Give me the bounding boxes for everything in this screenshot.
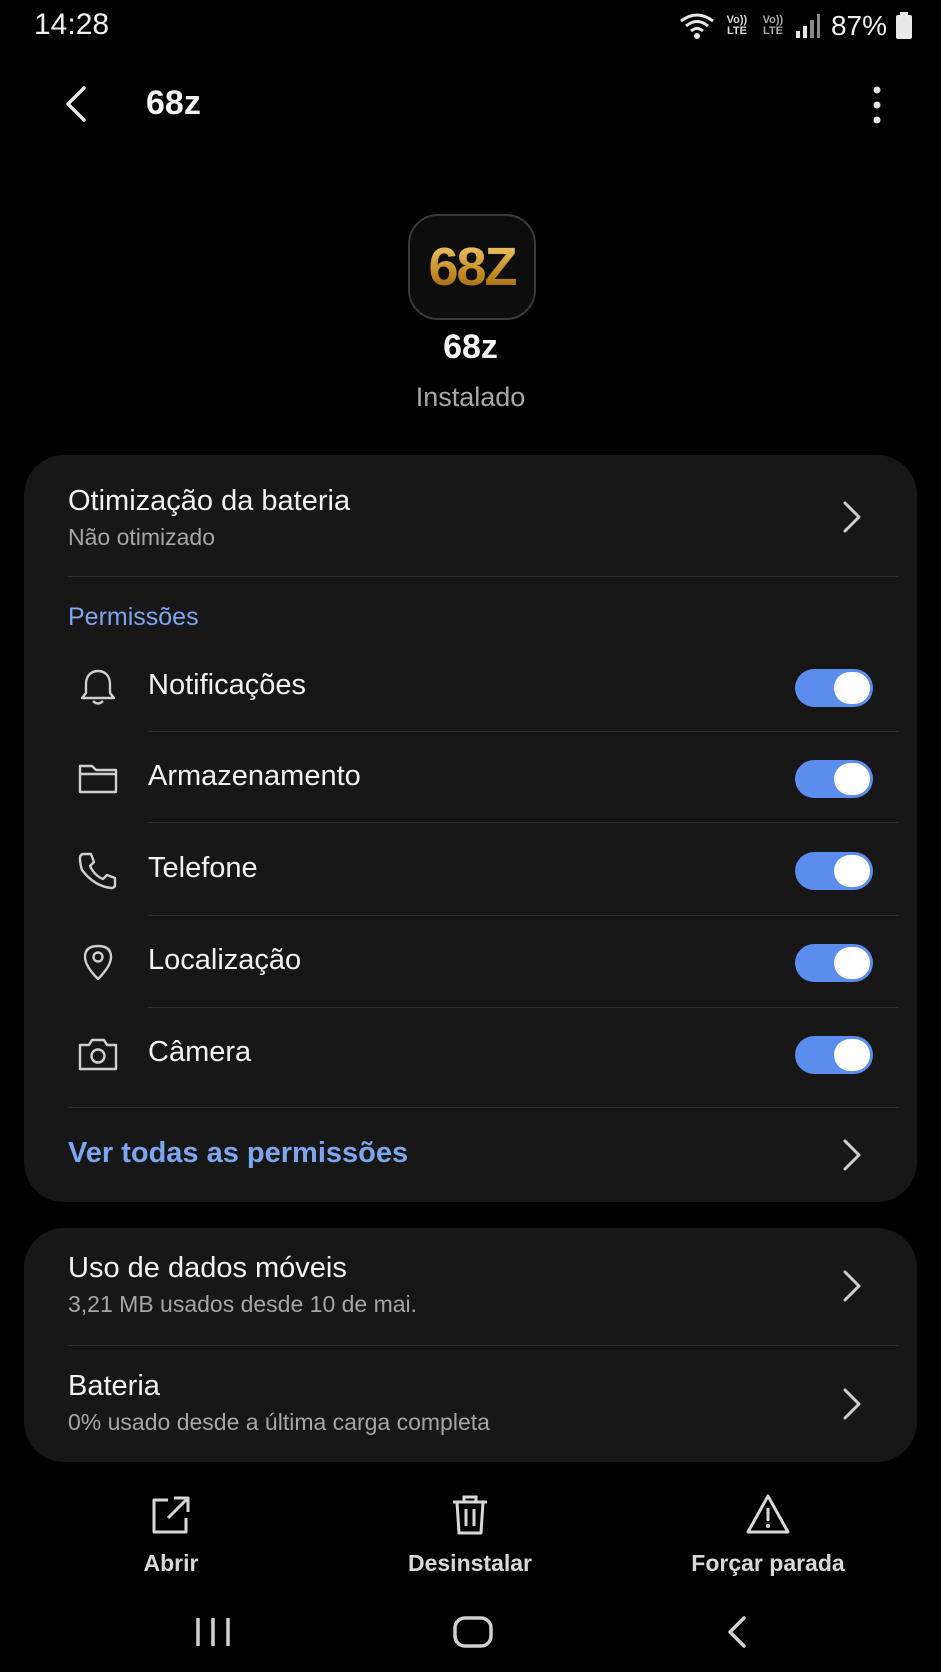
permission-row-phone[interactable]: Telefone	[24, 824, 917, 916]
wifi-icon	[680, 13, 714, 39]
page-title: 68z	[146, 84, 201, 122]
permission-label: Câmera	[148, 1036, 252, 1068]
chevron-right-icon	[843, 1139, 861, 1171]
app-icon-logo: 68Z	[428, 237, 517, 297]
permission-row-camera[interactable]: Câmera	[24, 1008, 917, 1100]
uninstall-label: Desinstalar	[407, 1550, 532, 1576]
open-button[interactable]: Abrir	[61, 1486, 281, 1577]
battery-usage-title: Bateria	[68, 1370, 160, 1402]
battery-optimization-title: Otimização da bateria	[68, 485, 351, 517]
battery-usage-subtitle: 0% usado desde a última carga completa	[68, 1409, 490, 1435]
signal-icon	[795, 14, 820, 38]
location-pin-icon	[83, 944, 113, 981]
recent-apps-icon	[196, 1618, 230, 1646]
folder-icon	[78, 764, 118, 794]
battery-usage-row[interactable]: Bateria 0% usado desde a última carga co…	[68, 1370, 898, 1450]
status-bar: 14:28 Vo)) LTE Vo)) LTE 87%	[0, 0, 941, 54]
app-name: 68z	[443, 328, 498, 366]
phone-toggle[interactable]	[795, 852, 873, 890]
see-all-permissions-row[interactable]: Ver todas as permissões	[68, 1113, 898, 1193]
permission-label: Notificações	[148, 669, 306, 701]
install-status: Instalado	[415, 382, 526, 412]
app-settings-card: Otimização da bateria Não otimizado Perm…	[24, 455, 917, 1202]
toggle-knob	[834, 672, 870, 704]
more-vertical-icon	[873, 86, 881, 124]
toggle-knob	[834, 763, 870, 795]
trash-icon	[453, 1495, 487, 1535]
more-options-button[interactable]	[857, 80, 897, 130]
back-arrow-icon	[66, 86, 86, 122]
nav-back-button[interactable]	[708, 1610, 768, 1654]
battery-icon	[896, 12, 912, 39]
toggle-knob	[834, 947, 870, 979]
permission-label: Localização	[148, 944, 302, 976]
mobile-data-row[interactable]: Uso de dados móveis 3,21 MB usados desde…	[68, 1252, 898, 1332]
permissions-section-label: Permissões	[68, 603, 199, 631]
permission-row-storage[interactable]: Armazenamento	[24, 732, 917, 824]
action-bar: Abrir Desinstalar Forçar parada	[0, 1486, 941, 1606]
recent-apps-button[interactable]	[183, 1610, 243, 1654]
battery-optimization-subtitle: Não otimizado	[68, 524, 216, 550]
location-toggle[interactable]	[795, 944, 873, 982]
home-icon	[453, 1616, 493, 1648]
toggle-knob	[834, 1039, 870, 1071]
usage-card: Uso de dados móveis 3,21 MB usados desde…	[24, 1228, 917, 1462]
home-button[interactable]	[443, 1610, 503, 1654]
divider	[148, 822, 898, 823]
permission-row-location[interactable]: Localização	[24, 916, 917, 1008]
camera-toggle[interactable]	[795, 1036, 873, 1074]
see-all-permissions-link[interactable]: Ver todas as permissões	[68, 1137, 898, 1170]
system-nav-bar	[0, 1596, 941, 1672]
toggle-knob	[834, 855, 870, 887]
chevron-right-icon	[843, 501, 861, 533]
force-stop-label: Forçar parada	[691, 1550, 845, 1576]
chevron-right-icon	[843, 1388, 861, 1420]
warning-icon	[746, 1494, 790, 1534]
uninstall-button[interactable]: Desinstalar	[360, 1486, 580, 1577]
nav-back-icon	[728, 1616, 746, 1648]
permission-row-notifications[interactable]: Notificações	[24, 641, 917, 733]
notifications-toggle[interactable]	[795, 669, 873, 707]
open-external-icon	[152, 1496, 190, 1534]
open-label: Abrir	[143, 1550, 199, 1576]
bell-icon	[80, 669, 116, 705]
storage-toggle[interactable]	[795, 760, 873, 798]
battery-percentage: 87%	[830, 10, 887, 41]
divider	[68, 576, 898, 577]
camera-icon	[78, 1038, 118, 1071]
mobile-data-subtitle: 3,21 MB usados desde 10 de mai.	[68, 1291, 418, 1317]
chevron-right-icon	[843, 1270, 861, 1302]
back-button[interactable]	[56, 82, 100, 126]
divider	[68, 1107, 898, 1108]
mobile-data-title: Uso de dados móveis	[68, 1252, 347, 1284]
phone-icon	[78, 852, 117, 890]
battery-optimization-row[interactable]: Otimização da bateria Não otimizado	[68, 485, 898, 565]
status-time: 14:28	[34, 8, 110, 41]
volte-indicator-2: Vo)) LTE	[762, 14, 784, 37]
volte-indicator-1: Vo)) LTE	[726, 14, 748, 37]
permission-label: Telefone	[148, 852, 258, 884]
app-icon: 68Z	[408, 214, 536, 320]
permission-label: Armazenamento	[148, 760, 361, 792]
status-icons: Vo)) LTE Vo)) LTE 87%	[679, 6, 913, 46]
divider	[68, 1345, 898, 1346]
app-bar: 68z	[0, 62, 941, 152]
force-stop-button[interactable]: Forçar parada	[658, 1486, 878, 1577]
